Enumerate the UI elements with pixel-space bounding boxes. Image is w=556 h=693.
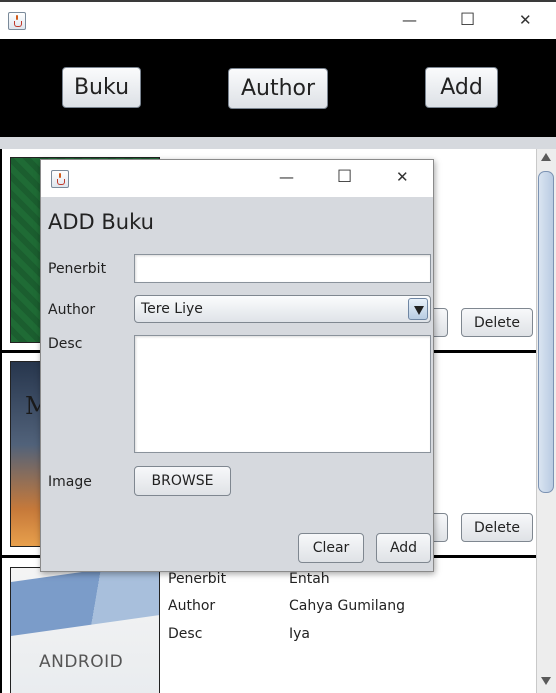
chevron-down-icon (414, 306, 424, 315)
main-titlebar[interactable]: — ☐ ✕ (0, 0, 556, 39)
add-button[interactable]: Add (376, 533, 431, 563)
author-select[interactable]: Tere Liye (134, 295, 431, 323)
maximize-button[interactable]: ☐ (460, 12, 475, 29)
image-label: Image (48, 474, 92, 490)
dialog-titlebar[interactable]: — ☐ ✕ (41, 160, 433, 197)
scroll-up-arrow-icon[interactable] (541, 153, 551, 161)
book-cover-android-icon: ANDROID (10, 567, 160, 693)
add-buku-dialog: — ☐ ✕ ADD Buku Penerbit Author Tere Liye… (40, 159, 434, 572)
scroll-thumb[interactable] (538, 171, 554, 493)
nav-add-button[interactable]: Add (425, 67, 498, 108)
delete-button[interactable]: Delete (461, 513, 533, 542)
close-button[interactable]: ✕ (519, 13, 532, 28)
desc-label: Desc (48, 336, 83, 352)
penerbit-input[interactable] (134, 254, 431, 283)
app-root: — ☐ ✕ Buku Author Add Delete M Delete AN… (0, 0, 556, 693)
browse-button[interactable]: BROWSE (134, 466, 231, 496)
dialog-close-button[interactable]: ✕ (396, 170, 409, 185)
author-label: Author (168, 598, 216, 614)
desc-textarea[interactable] (134, 335, 431, 453)
dialog-maximize-button[interactable]: ☐ (337, 169, 352, 186)
penerbit-label: Penerbit (168, 571, 227, 587)
penerbit-value: Entah (289, 571, 330, 587)
author-value: Cahya Gumilang (289, 598, 406, 614)
author-label: Author (48, 302, 96, 318)
nav-author-button[interactable]: Author (228, 68, 328, 109)
cover-title-text: ANDROID (39, 652, 124, 672)
separator-strip (0, 137, 556, 149)
cover-stripe (11, 568, 159, 638)
scroll-down-arrow-icon[interactable] (541, 677, 551, 685)
java-app-icon (51, 170, 69, 188)
dialog-minimize-button[interactable]: — (279, 170, 294, 185)
clear-button[interactable]: Clear (298, 533, 364, 563)
penerbit-label: Penerbit (48, 261, 107, 277)
minimize-button[interactable]: — (402, 13, 417, 28)
java-app-icon (8, 12, 26, 30)
author-selected-value: Tere Liye (141, 301, 203, 317)
dropdown-arrow-button[interactable] (408, 298, 428, 320)
nav-buku-button[interactable]: Buku (62, 67, 141, 108)
delete-button[interactable]: Delete (461, 308, 533, 337)
desc-label: Desc (168, 626, 203, 642)
dialog-heading: ADD Buku (48, 210, 154, 234)
desc-value: Iya (289, 626, 310, 642)
vertical-scrollbar[interactable] (536, 149, 556, 693)
nav-bar: Buku Author Add (0, 39, 556, 137)
